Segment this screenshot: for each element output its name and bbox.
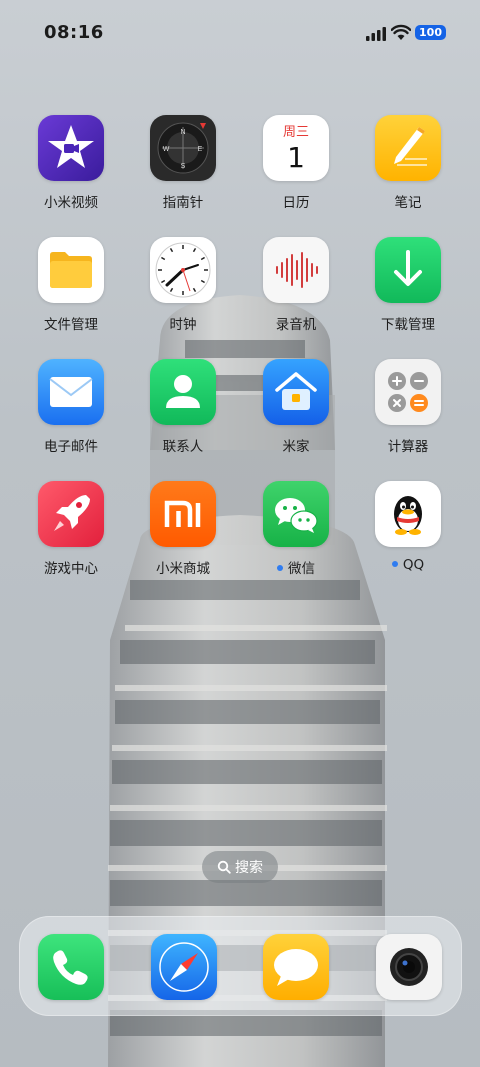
app-label: 时钟	[169, 317, 197, 333]
app-label: 联系人	[162, 439, 204, 455]
app-compass[interactable]: N S W E 指南针	[133, 115, 233, 225]
app-mi-store[interactable]: 小米商城	[133, 481, 233, 591]
search-icon	[217, 860, 231, 874]
messages-icon	[263, 934, 329, 1000]
cellular-signal-icon	[366, 27, 386, 41]
app-clock[interactable]: 时钟	[133, 237, 233, 347]
app-label: 下载管理	[381, 317, 435, 333]
mi-home-icon	[263, 359, 329, 425]
search-button[interactable]: 搜索	[202, 851, 278, 883]
app-file-manager[interactable]: 文件管理	[21, 237, 121, 347]
app-label: 电子邮件	[44, 439, 98, 455]
svg-text:N: N	[180, 129, 185, 136]
notification-dot	[277, 565, 283, 571]
app-label: 文件管理	[44, 317, 98, 333]
app-label: 小米商城	[156, 561, 210, 577]
app-contacts[interactable]: 联系人	[133, 359, 233, 469]
compass-browser-icon	[151, 934, 217, 1000]
mi-video-icon	[38, 115, 104, 181]
qq-icon	[375, 481, 441, 547]
app-label: 笔记	[394, 195, 422, 211]
file-manager-icon	[38, 237, 104, 303]
mi-store-icon	[150, 481, 216, 547]
app-calendar[interactable]: 周三 1 日历	[246, 115, 346, 225]
app-notes[interactable]: 笔记	[358, 115, 458, 225]
svg-text:W: W	[163, 146, 170, 153]
app-label: 微信	[246, 557, 346, 577]
app-label: 小米视频	[44, 195, 98, 211]
dock-camera-app[interactable]	[376, 934, 442, 1000]
dock-messages-app[interactable]	[263, 934, 329, 1000]
calendar-weekday: 周三	[283, 125, 309, 140]
calendar-icon: 周三 1	[263, 115, 329, 181]
app-label-text: QQ	[402, 557, 425, 573]
app-label: 指南针	[162, 195, 204, 211]
notes-icon	[375, 115, 441, 181]
search-label: 搜索	[235, 860, 263, 876]
camera-icon	[376, 934, 442, 1000]
app-calculator[interactable]: 计算器	[358, 359, 458, 469]
svg-text:E: E	[198, 146, 203, 153]
app-label: 游戏中心	[44, 561, 98, 577]
battery-indicator: 100	[415, 25, 446, 40]
phone-icon	[38, 934, 104, 1000]
game-center-icon	[38, 481, 104, 547]
wechat-icon	[263, 481, 329, 547]
compass-icon: N S W E	[150, 115, 216, 181]
app-label-text: 微信	[288, 561, 315, 577]
app-label: 计算器	[387, 439, 429, 455]
app-mi-home[interactable]: 米家	[246, 359, 346, 469]
app-game-center[interactable]: 游戏中心	[21, 481, 121, 591]
app-qq[interactable]: QQ	[358, 481, 458, 591]
app-label: 米家	[282, 439, 310, 455]
app-label: 日历	[282, 195, 310, 211]
wifi-icon	[391, 24, 411, 40]
dock-phone-app[interactable]	[38, 934, 104, 1000]
status-bar: 08:16 100	[0, 0, 480, 66]
status-time: 08:16	[44, 22, 104, 43]
contacts-icon	[150, 359, 216, 425]
app-recorder[interactable]: 录音机	[246, 237, 346, 347]
app-mail[interactable]: 电子邮件	[21, 359, 121, 469]
app-wechat[interactable]: 微信	[246, 481, 346, 591]
mail-icon	[38, 359, 104, 425]
app-mi-video[interactable]: 小米视频	[21, 115, 121, 225]
app-label: 录音机	[275, 317, 317, 333]
calculator-icon	[375, 359, 441, 425]
notification-dot	[391, 561, 398, 567]
svg-text:S: S	[181, 163, 186, 170]
calendar-day: 1	[287, 141, 305, 174]
downloads-icon	[375, 237, 441, 303]
app-label: QQ	[358, 557, 458, 573]
recorder-icon	[263, 237, 329, 303]
app-downloads[interactable]: 下载管理	[358, 237, 458, 347]
dock-browser-app[interactable]	[151, 934, 217, 1000]
clock-icon	[150, 237, 216, 303]
